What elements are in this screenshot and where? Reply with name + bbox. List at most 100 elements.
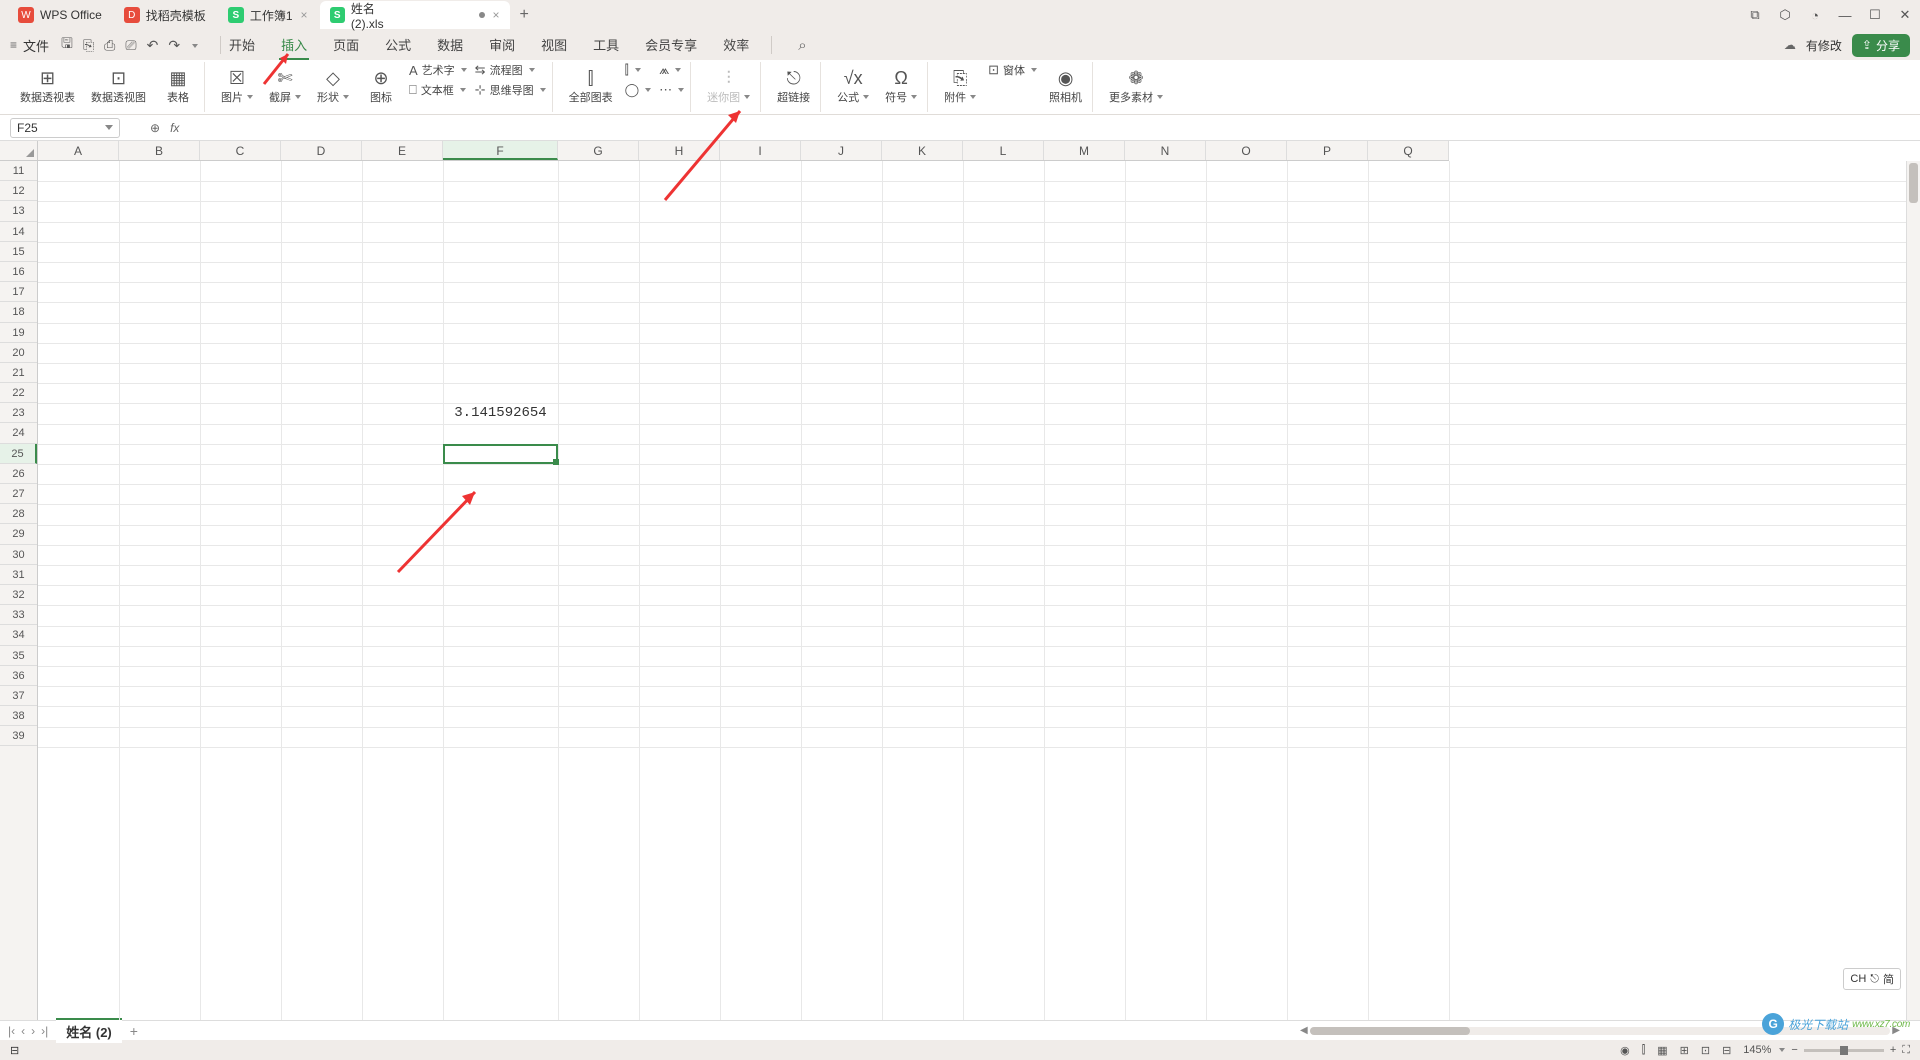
- tab-tools[interactable]: 工具: [591, 31, 621, 60]
- tab-efficiency[interactable]: 效率: [721, 31, 751, 60]
- col-header-P[interactable]: P: [1287, 141, 1368, 160]
- row-header-31[interactable]: 31: [0, 565, 37, 585]
- col-header-A[interactable]: A: [38, 141, 119, 160]
- col-header-K[interactable]: K: [882, 141, 963, 160]
- col-header-M[interactable]: M: [1044, 141, 1125, 160]
- cell-F23[interactable]: 3.141592654: [443, 403, 558, 423]
- flowchart-button[interactable]: ⇆流程图: [475, 62, 546, 78]
- row-header-26[interactable]: 26: [0, 464, 37, 484]
- mindmap-button[interactable]: ⊹思维导图: [475, 82, 546, 98]
- zoom-value[interactable]: 145%: [1743, 1044, 1771, 1056]
- form-button[interactable]: ⊡窗体: [988, 62, 1037, 78]
- select-all-triangle[interactable]: [0, 141, 38, 161]
- textbox-button[interactable]: ⎕文本框: [409, 82, 467, 98]
- window-restore-icon[interactable]: ⧉: [1740, 7, 1770, 23]
- col-header-J[interactable]: J: [801, 141, 882, 160]
- sheet-tab-active[interactable]: 姓名 (2): [56, 1018, 122, 1043]
- tab-start[interactable]: 开始: [227, 31, 257, 60]
- col-header-B[interactable]: B: [119, 141, 200, 160]
- row-header-30[interactable]: 30: [0, 545, 37, 565]
- table-button[interactable]: ▦表格: [158, 62, 198, 110]
- chart-mode-icon[interactable]: ⫿: [1642, 1044, 1646, 1057]
- screenshot-button[interactable]: ✄截屏: [265, 62, 305, 110]
- name-box[interactable]: F25: [10, 118, 120, 138]
- close-icon[interactable]: ×: [493, 8, 500, 22]
- close-icon[interactable]: ✕: [1890, 7, 1920, 23]
- row-header-25[interactable]: 25: [0, 444, 37, 464]
- redo-icon[interactable]: ↷: [168, 37, 180, 54]
- col-header-H[interactable]: H: [639, 141, 720, 160]
- icons-button[interactable]: ⊕图标: [361, 62, 401, 110]
- avatar-icon[interactable]: ◔: [1800, 8, 1830, 23]
- pie-chart-button[interactable]: ◯: [625, 82, 652, 98]
- cloud-sync-icon[interactable]: ☁: [1784, 38, 1796, 52]
- row-header-16[interactable]: 16: [0, 262, 37, 282]
- col-header-E[interactable]: E: [362, 141, 443, 160]
- row-header-11[interactable]: 11: [0, 161, 37, 181]
- row-header-18[interactable]: 18: [0, 302, 37, 322]
- row-header-17[interactable]: 17: [0, 282, 37, 302]
- col-header-C[interactable]: C: [200, 141, 281, 160]
- add-sheet-button[interactable]: +: [122, 1023, 146, 1039]
- tab-member[interactable]: 会员专享: [643, 31, 699, 60]
- eye-icon[interactable]: ◉: [1620, 1044, 1630, 1057]
- attachment-button[interactable]: ⎘附件: [940, 62, 980, 110]
- fx-icon[interactable]: fx: [170, 121, 179, 135]
- zoom-out-button[interactable]: −: [1791, 1044, 1797, 1056]
- row-header-36[interactable]: 36: [0, 666, 37, 686]
- tab-page[interactable]: 页面: [331, 31, 361, 60]
- row-header-34[interactable]: 34: [0, 625, 37, 645]
- next-sheet-button[interactable]: ›: [31, 1024, 35, 1038]
- col-header-O[interactable]: O: [1206, 141, 1287, 160]
- camera-button[interactable]: ◉照相机: [1045, 62, 1086, 110]
- expand-icon[interactable]: ⊕: [150, 121, 160, 135]
- print-icon[interactable]: ⎙: [104, 37, 115, 54]
- close-icon[interactable]: ×: [301, 8, 308, 22]
- pivot-chart-button[interactable]: ⊡数据透视图: [87, 62, 150, 110]
- row-header-32[interactable]: 32: [0, 585, 37, 605]
- all-charts-button[interactable]: ⫿全部图表: [565, 62, 617, 110]
- undo-icon[interactable]: ↶: [147, 37, 159, 54]
- zoom-in-button[interactable]: +: [1890, 1044, 1896, 1056]
- tab-data[interactable]: 数据: [435, 31, 465, 60]
- equation-button[interactable]: √x公式: [833, 62, 873, 110]
- row-header-15[interactable]: 15: [0, 242, 37, 262]
- row-header-21[interactable]: 21: [0, 363, 37, 383]
- first-sheet-button[interactable]: |‹: [8, 1024, 15, 1038]
- symbol-button[interactable]: Ω符号: [881, 62, 921, 110]
- row-header-27[interactable]: 27: [0, 484, 37, 504]
- more-material-button[interactable]: ❁更多素材: [1105, 62, 1167, 110]
- formula-input[interactable]: [187, 118, 1910, 138]
- col-header-I[interactable]: I: [720, 141, 801, 160]
- row-header-28[interactable]: 28: [0, 504, 37, 524]
- tab-wps[interactable]: W WPS Office: [8, 1, 112, 29]
- col-header-D[interactable]: D: [281, 141, 362, 160]
- bar-chart-button[interactable]: ⫿: [625, 62, 652, 78]
- line-chart-button[interactable]: ⩕: [659, 62, 684, 78]
- row-header-35[interactable]: 35: [0, 646, 37, 666]
- col-header-Q[interactable]: Q: [1368, 141, 1449, 160]
- shapes-button[interactable]: ◇形状: [313, 62, 353, 110]
- cell-grid[interactable]: 3.141592654: [38, 161, 1906, 1020]
- prev-sheet-button[interactable]: ‹: [21, 1024, 25, 1038]
- tab-templates[interactable]: D 找稻壳模板: [114, 1, 216, 29]
- file-menu[interactable]: 文件: [23, 36, 49, 55]
- zoom-slider[interactable]: [1804, 1049, 1884, 1052]
- tab-formula[interactable]: 公式: [383, 31, 413, 60]
- tab-review[interactable]: 审阅: [487, 31, 517, 60]
- menu-icon[interactable]: ≡: [10, 38, 17, 52]
- more-chart-button[interactable]: ⋯: [659, 82, 684, 98]
- search-icon[interactable]: ⌕: [798, 37, 806, 54]
- row-header-23[interactable]: 23: [0, 403, 37, 423]
- save-icon[interactable]: 🖫: [61, 33, 73, 57]
- row-header-24[interactable]: 24: [0, 423, 37, 443]
- tab-view[interactable]: 视图: [539, 31, 569, 60]
- new-tab-button[interactable]: +: [512, 6, 537, 24]
- last-sheet-button[interactable]: ›|: [41, 1024, 48, 1038]
- row-header-13[interactable]: 13: [0, 201, 37, 221]
- status-icon[interactable]: ⊟: [10, 1044, 19, 1057]
- tab-workbook1[interactable]: S 工作簿1 ×: [218, 1, 318, 29]
- reading-view-icon[interactable]: ⊟: [1722, 1044, 1731, 1057]
- tab-insert[interactable]: 插入: [279, 31, 309, 60]
- picture-button[interactable]: ☒图片: [217, 62, 257, 110]
